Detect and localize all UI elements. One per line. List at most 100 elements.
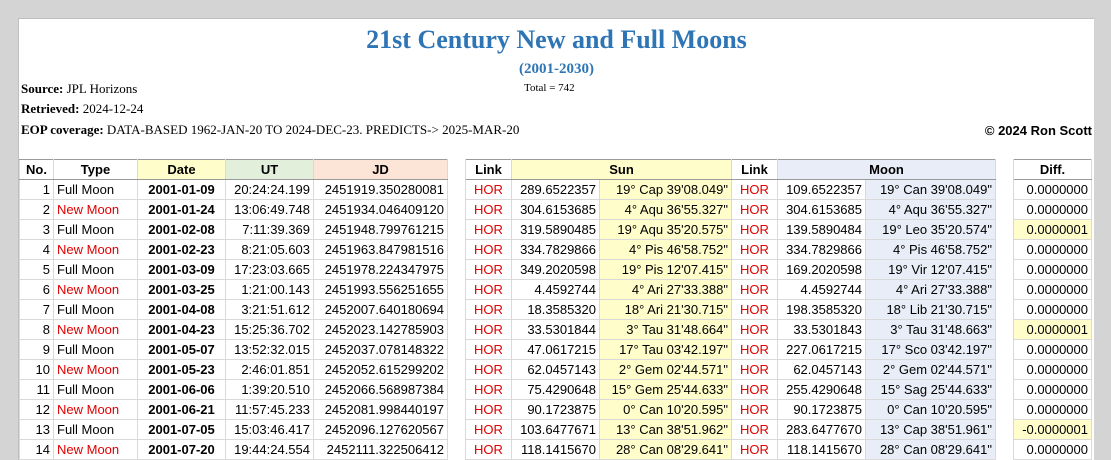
moon-zodiac-position: 19° Vir 12'07.415"	[865, 259, 996, 280]
moon-horizons-link[interactable]: HOR	[731, 419, 778, 440]
eop-value: DATA-BASED 1962-JAN-20 TO 2024-DEC-23. P…	[106, 122, 520, 137]
sun-zodiac-position: 2° Gem 02'44.571"	[599, 359, 732, 380]
row-number: 3	[19, 219, 54, 240]
sun-zodiac-position: 15° Gem 25'44.633"	[599, 379, 732, 400]
ut-cell: 1:39:20.510	[225, 379, 314, 400]
jd-cell: 2451978.224347975	[313, 259, 448, 280]
sun-longitude: 75.4290648	[511, 379, 600, 400]
moon-horizons-link[interactable]: HOR	[731, 279, 778, 300]
date-cell: 2001-03-25	[137, 279, 226, 300]
diff-cell: 0.0000000	[1013, 379, 1092, 400]
moon-type: New Moon	[53, 439, 138, 460]
moon-type: New Moon	[53, 319, 138, 340]
jd-cell: 2452037.078148322	[313, 339, 448, 360]
moon-horizons-link[interactable]: HOR	[731, 259, 778, 280]
sun-horizons-link[interactable]: HOR	[465, 239, 512, 260]
diff-cell: 0.0000000	[1013, 179, 1092, 200]
jd-cell: 2451963.847981516	[313, 239, 448, 260]
moon-horizons-link[interactable]: HOR	[731, 379, 778, 400]
diff-cell: 0.0000000	[1013, 439, 1092, 460]
sun-horizons-link[interactable]: HOR	[465, 439, 512, 460]
spacer	[995, 379, 1014, 400]
sun-horizons-link[interactable]: HOR	[465, 279, 512, 300]
table-row: 7 Full Moon 2001-04-08 3:21:51.612 2452007.6…	[19, 299, 1092, 320]
jd-cell: 2451948.799761215	[313, 219, 448, 240]
moon-longitude: 283.6477670	[777, 419, 866, 440]
ut-cell: 11:57:45.233	[225, 399, 314, 420]
sun-horizons-link[interactable]: HOR	[465, 379, 512, 400]
moon-zodiac-position: 3° Tau 31'48.663"	[865, 319, 996, 340]
sun-zodiac-position: 0° Can 10'20.595"	[599, 399, 732, 420]
header-jd: JD	[313, 159, 448, 180]
moon-type: New Moon	[53, 239, 138, 260]
spacer	[447, 419, 466, 440]
moon-type: Full Moon	[53, 419, 138, 440]
moon-horizons-link[interactable]: HOR	[731, 239, 778, 260]
moon-horizons-link[interactable]: HOR	[731, 319, 778, 340]
moon-longitude: 334.7829866	[777, 239, 866, 260]
sun-horizons-link[interactable]: HOR	[465, 179, 512, 200]
spacer	[995, 319, 1014, 340]
ut-cell: 17:23:03.665	[225, 259, 314, 280]
sun-zodiac-position: 19° Cap 39'08.049"	[599, 179, 732, 200]
ut-cell: 1:21:00.143	[225, 279, 314, 300]
moon-horizons-link[interactable]: HOR	[731, 219, 778, 240]
sun-longitude: 319.5890485	[511, 219, 600, 240]
sun-horizons-link[interactable]: HOR	[465, 199, 512, 220]
moon-longitude: 90.1723875	[777, 399, 866, 420]
table-row: 1 Full Moon 2001-01-09 20:24:24.199 2451919.…	[19, 179, 1092, 200]
moon-horizons-link[interactable]: HOR	[731, 359, 778, 380]
sun-longitude: 18.3585320	[511, 299, 600, 320]
date-cell: 2001-02-08	[137, 219, 226, 240]
sun-zodiac-position: 4° Aqu 36'55.327"	[599, 199, 732, 220]
table-row: 11 Full Moon 2001-06-06 1:39:20.510 2452066.…	[19, 379, 1092, 400]
moon-zodiac-position: 18° Lib 21'30.715"	[865, 299, 996, 320]
moon-horizons-link[interactable]: HOR	[731, 339, 778, 360]
spacer	[447, 399, 466, 420]
spacer	[995, 259, 1014, 280]
header-diff: Diff.	[1013, 159, 1092, 180]
date-cell: 2001-06-06	[137, 379, 226, 400]
retrieved-value: 2024-12-24	[82, 101, 144, 116]
sun-horizons-link[interactable]: HOR	[465, 219, 512, 240]
moon-horizons-link[interactable]: HOR	[731, 199, 778, 220]
sun-horizons-link[interactable]: HOR	[465, 399, 512, 420]
row-number: 2	[19, 199, 54, 220]
moon-horizons-link[interactable]: HOR	[731, 299, 778, 320]
moon-horizons-link[interactable]: HOR	[731, 399, 778, 420]
spacer	[447, 299, 466, 320]
header-ut: UT	[225, 159, 314, 180]
sun-longitude: 304.6153685	[511, 199, 600, 220]
header-no: No.	[19, 159, 54, 180]
date-cell: 2001-07-05	[137, 419, 226, 440]
spacer	[995, 359, 1014, 380]
sun-zodiac-position: 4° Pis 46'58.752"	[599, 239, 732, 260]
moon-horizons-link[interactable]: HOR	[731, 439, 778, 460]
spacer	[447, 159, 466, 180]
sun-horizons-link[interactable]: HOR	[465, 259, 512, 280]
spacer	[995, 339, 1014, 360]
header-date: Date	[137, 159, 226, 180]
sun-zodiac-position: 4° Ari 27'33.388"	[599, 279, 732, 300]
moons-table: No. Type Date UT JD Link Sun Link Moon D…	[19, 159, 1092, 460]
spacer	[447, 279, 466, 300]
sun-horizons-link[interactable]: HOR	[465, 319, 512, 340]
sun-horizons-link[interactable]: HOR	[465, 339, 512, 360]
date-cell: 2001-02-23	[137, 239, 226, 260]
table-row: 13 Full Moon 2001-07-05 15:03:46.417 2452096…	[19, 419, 1092, 440]
moon-horizons-link[interactable]: HOR	[731, 179, 778, 200]
spacer	[447, 439, 466, 460]
row-number: 9	[19, 339, 54, 360]
sun-horizons-link[interactable]: HOR	[465, 359, 512, 380]
moon-longitude: 198.3585320	[777, 299, 866, 320]
spacer	[995, 439, 1014, 460]
moon-zodiac-position: 17° Sco 03'42.197"	[865, 339, 996, 360]
sun-horizons-link[interactable]: HOR	[465, 419, 512, 440]
source-label: Source:	[21, 81, 64, 96]
jd-cell: 2452023.142785903	[313, 319, 448, 340]
source-line: Source: JPL Horizons	[21, 81, 137, 97]
spacer	[447, 219, 466, 240]
moon-zodiac-position: 13° Cap 38'51.961"	[865, 419, 996, 440]
sun-horizons-link[interactable]: HOR	[465, 299, 512, 320]
row-number: 8	[19, 319, 54, 340]
